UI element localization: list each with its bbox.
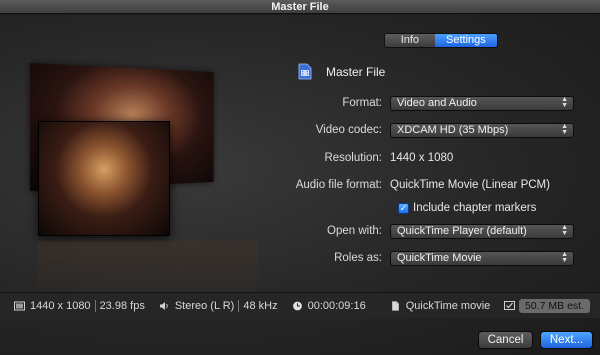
resolution-row: Resolution: 1440 x 1080: [280, 150, 590, 166]
summary-duration: 00:00:09:16: [307, 299, 366, 312]
resolution-label: Resolution:: [324, 152, 382, 164]
summary-sample-rate: 48 kHz: [243, 299, 278, 312]
speaker-icon: [159, 301, 168, 310]
destination-header: Master File: [298, 63, 385, 80]
file-type-summary: QuickTime movie: [390, 299, 491, 312]
video-codec-value: XDCAM HD (35 Mbps): [397, 124, 509, 136]
popup-arrows-icon: ▲ ▼: [561, 224, 568, 237]
tab-switcher: Info Settings: [384, 33, 498, 48]
video-codec-label: Video codec:: [315, 124, 382, 136]
destination-title: Master File: [326, 64, 386, 79]
audio-format-value: QuickTime Movie (Linear PCM): [390, 179, 550, 191]
resolution-value: 1440 x 1080: [390, 152, 454, 164]
open-with-label: Open with:: [327, 225, 382, 237]
roles-as-popup[interactable]: QuickTime Movie ▲ ▼: [390, 250, 574, 266]
roles-as-label: Roles as:: [334, 252, 382, 264]
movie-file-icon: [298, 63, 312, 80]
audio-format-label: Audio file format:: [295, 179, 382, 191]
roles-as-value: QuickTime Movie: [397, 252, 482, 264]
summary-resolution: 1440 x 1080: [30, 299, 91, 312]
chapter-markers-label[interactable]: Include chapter markers: [413, 202, 536, 214]
popup-arrows-icon: ▲ ▼: [561, 96, 568, 109]
compatibility-check-icon: [504, 300, 516, 310]
audio-summary: Stereo (L R) 48 kHz: [159, 299, 278, 312]
preview-thumbnail: [30, 55, 270, 315]
chapter-markers-row: ✓ Include chapter markers: [398, 202, 536, 214]
popup-arrows-icon: ▲ ▼: [561, 251, 568, 264]
frame-size-icon: [14, 301, 25, 310]
divider: [238, 299, 240, 312]
summary-bar: 1440 x 1080 23.98 fps Stereo (L R) 48 kH…: [0, 292, 600, 318]
open-with-popup[interactable]: QuickTime Player (default) ▲ ▼: [390, 223, 574, 239]
summary-fps: 23.98 fps: [99, 299, 145, 312]
estimated-size-badge: 50.7 MB est.: [519, 299, 590, 313]
audio-format-row: Audio file format: QuickTime Movie (Line…: [280, 177, 590, 193]
open-with-value: QuickTime Player (default): [397, 225, 527, 237]
summary-file-type: QuickTime movie: [405, 299, 491, 312]
tab-settings[interactable]: Settings: [434, 34, 497, 47]
popup-arrows-icon: ▲ ▼: [561, 123, 568, 136]
format-label: Format:: [342, 97, 382, 109]
next-button[interactable]: Next...: [540, 331, 593, 349]
share-dialog: Info Settings Master File Format: Video …: [0, 15, 600, 355]
window-title: Master File: [0, 0, 600, 14]
preview-frame-small: [38, 121, 170, 236]
cancel-button[interactable]: Cancel: [478, 331, 533, 349]
tab-info[interactable]: Info: [385, 34, 435, 47]
chapter-markers-checkbox[interactable]: ✓: [398, 202, 409, 214]
divider: [94, 299, 96, 312]
video-codec-popup[interactable]: XDCAM HD (35 Mbps) ▲ ▼: [390, 122, 574, 138]
format-row: Format: Video and Audio ▲ ▼: [280, 95, 590, 111]
roles-as-row: Roles as: QuickTime Movie ▲ ▼: [280, 250, 590, 266]
resolution-summary: 1440 x 1080 23.98 fps: [14, 299, 145, 312]
duration-summary: 00:00:09:16: [292, 300, 366, 312]
format-value: Video and Audio: [397, 97, 477, 109]
document-icon: [391, 300, 399, 311]
summary-audio: Stereo (L R): [174, 299, 235, 312]
open-with-row: Open with: QuickTime Player (default) ▲ ▼: [280, 223, 590, 239]
video-codec-row: Video codec: XDCAM HD (35 Mbps) ▲ ▼: [280, 122, 590, 138]
format-popup[interactable]: Video and Audio ▲ ▼: [390, 95, 574, 111]
clock-icon: [292, 301, 302, 310]
